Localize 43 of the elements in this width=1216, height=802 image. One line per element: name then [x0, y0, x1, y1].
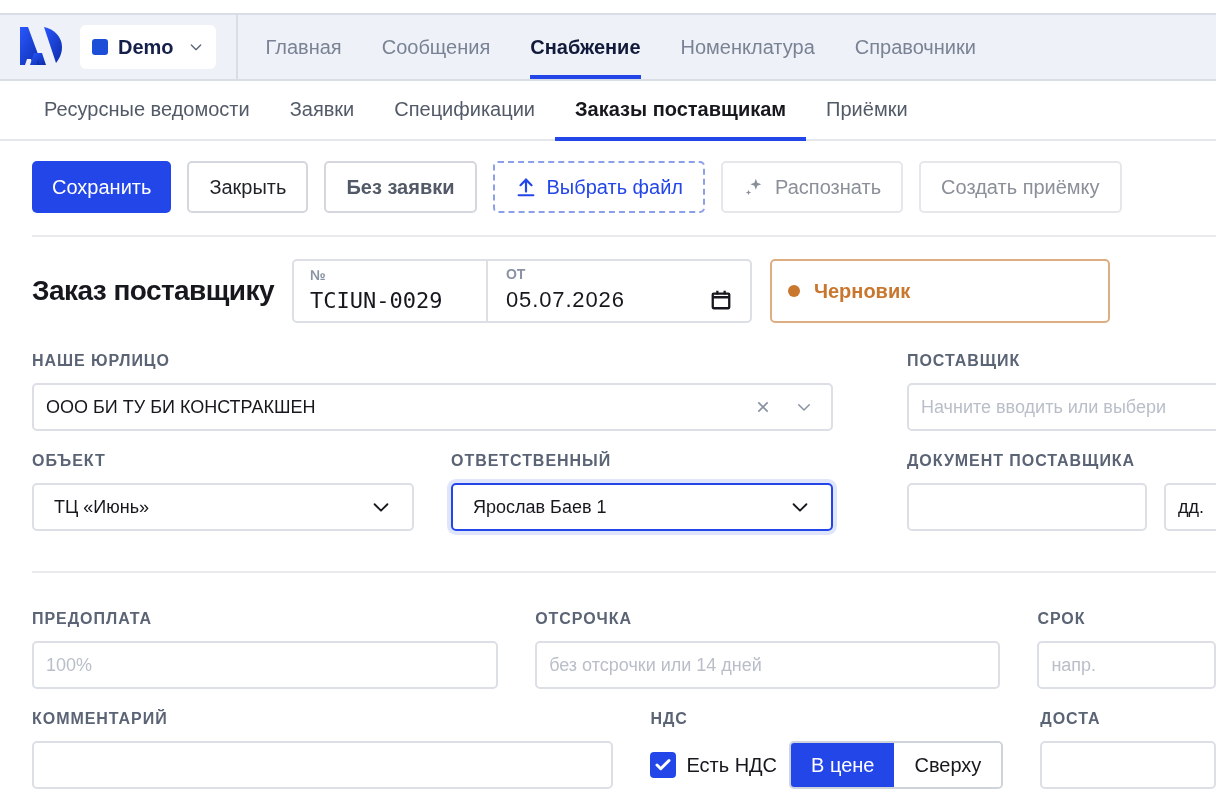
page-title: Заказ поставщику [32, 274, 274, 308]
sub-tab[interactable]: Заявки [269, 81, 375, 141]
delivery-field[interactable] [1040, 741, 1216, 789]
term-field[interactable]: напр. [1037, 641, 1216, 689]
sub-tab[interactable]: Ресурсные ведомости [24, 81, 270, 141]
supplier-field[interactable]: Начните вводить или выбери [907, 383, 1216, 431]
vat-checkbox[interactable] [650, 752, 677, 778]
field-label: ПОСТАВЩИК [907, 351, 1022, 371]
prepayment-field[interactable]: 100% [32, 641, 499, 689]
document-number-field[interactable] [907, 483, 1147, 531]
checkbox-label[interactable]: Есть НДС [686, 750, 778, 780]
document-date-field[interactable]: дд. [1164, 483, 1216, 531]
vat-mode-option[interactable]: В цене [791, 743, 895, 787]
select-field[interactable]: ТЦ «Июнь» [32, 483, 414, 531]
field-label: ПРЕДОПЛАТА [32, 609, 154, 629]
toolbar-button[interactable]: Закрыть [187, 161, 309, 213]
comment-field[interactable] [32, 741, 614, 789]
clear-icon[interactable] [755, 399, 771, 415]
toolbar-button[interactable]: Выбрать файл [492, 161, 706, 213]
field-label: ДОКУМЕНТ ПОСТАВЩИКА [907, 451, 1137, 471]
field-label: СРОК [1037, 609, 1087, 629]
legal-entity-select[interactable]: ООО БИ ТУ БИ КОНСТРАКШЕН [32, 383, 833, 431]
toolbar-button[interactable]: Без заявки [324, 161, 477, 213]
field-label: ОБЪЕКТ [32, 451, 107, 471]
toolbar-button[interactable]: Сохранить [32, 161, 172, 213]
field-label: ОТВЕТСТВЕННЫЙ [451, 451, 613, 471]
number-value[interactable]: TCIUN-0029 [309, 286, 470, 316]
field-label: НАШЕ ЮРЛИЦО [32, 351, 171, 371]
field-label: ДОСТА [1040, 709, 1102, 729]
calendar-icon[interactable] [709, 289, 732, 311]
deferral-field[interactable]: без отсрочки или 14 дней [535, 641, 1001, 689]
field-label: КОММЕНТАРИЙ [32, 709, 169, 729]
workspace-selector[interactable]: Demo [80, 25, 216, 69]
date-label: ОТ [505, 265, 527, 284]
field-label: НДС [650, 709, 689, 729]
number-label: № [309, 266, 327, 285]
nav-tab[interactable]: Снабжение [530, 15, 641, 79]
date-value[interactable]: 05.07.2026 [505, 285, 702, 315]
field-label: ОТСРОЧКА [535, 609, 634, 629]
status-badge: Черновик [769, 259, 1110, 323]
sub-tab[interactable]: Заказы поставщикам [555, 81, 807, 141]
sub-tab[interactable]: Спецификации [374, 81, 556, 141]
sub-tab[interactable]: Приёмки [806, 81, 928, 141]
